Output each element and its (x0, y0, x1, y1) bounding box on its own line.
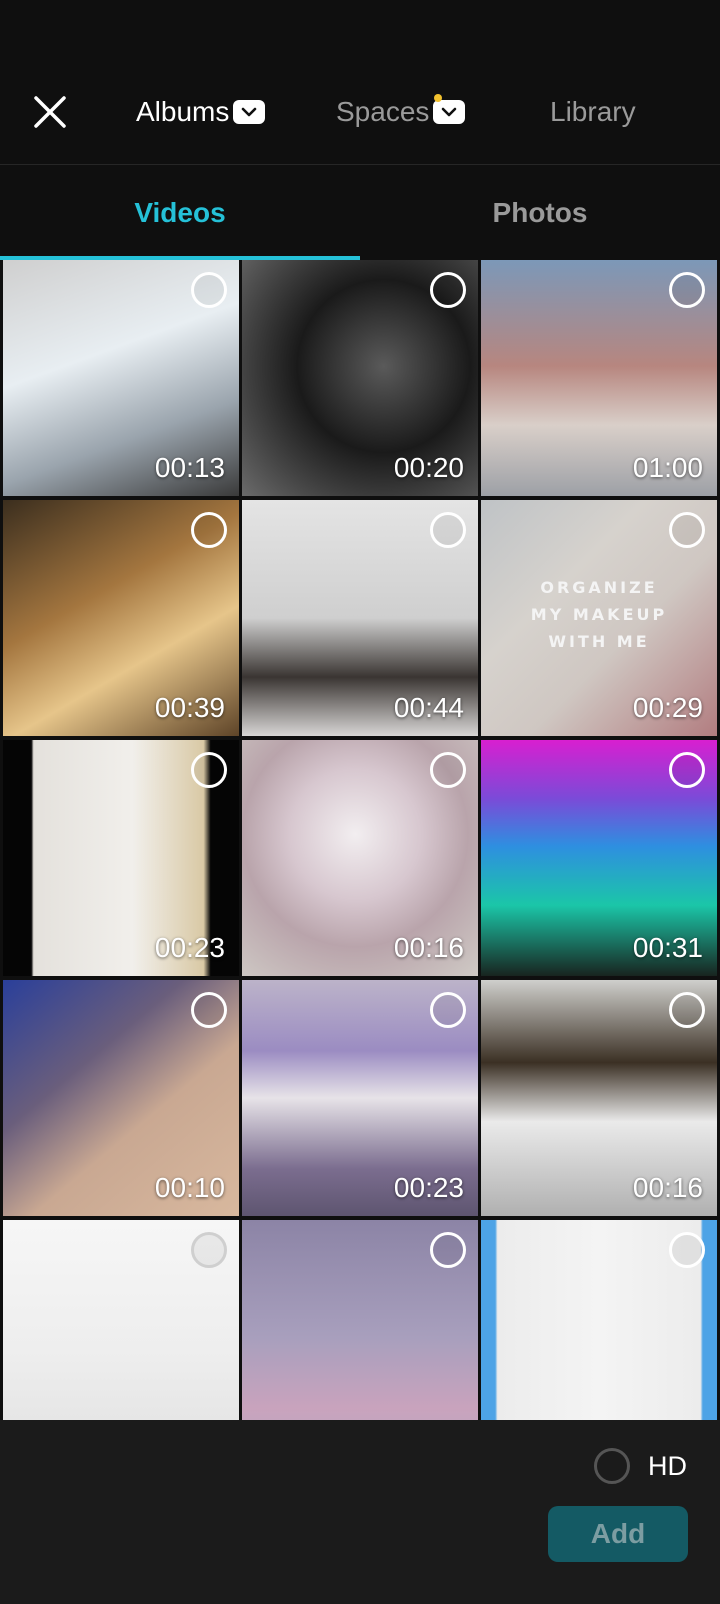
video-thumbnail[interactable]: 00:13 (3, 260, 239, 496)
video-duration: 00:10 (154, 1172, 225, 1203)
video-thumbnail[interactable]: 00:16 (481, 980, 717, 1216)
video-thumbnail[interactable]: 00:44 (242, 500, 478, 736)
video-thumbnail[interactable]: 00:20 (242, 260, 478, 496)
select-circle[interactable] (191, 752, 227, 788)
video-duration: 00:44 (393, 692, 464, 723)
notification-dot (434, 94, 442, 102)
tab-library[interactable]: Library (550, 92, 636, 132)
overlay-line: WITH ME (548, 632, 650, 651)
video-duration: 00:23 (393, 1172, 464, 1203)
add-button[interactable]: Add (548, 1506, 688, 1562)
close-button[interactable] (28, 90, 72, 134)
video-duration: 00:39 (154, 692, 225, 723)
select-circle[interactable] (430, 272, 466, 308)
tab-videos[interactable]: Videos (0, 165, 360, 260)
select-circle[interactable] (669, 992, 705, 1028)
video-duration: 00:16 (393, 932, 464, 963)
tab-albums[interactable]: Albums (136, 92, 266, 132)
select-circle[interactable] (191, 512, 227, 548)
bottom-bar: HD Add (0, 1420, 720, 1604)
video-thumbnail[interactable] (3, 1220, 239, 1420)
select-circle[interactable] (430, 1232, 466, 1268)
select-circle[interactable] (191, 992, 227, 1028)
select-circle[interactable] (430, 992, 466, 1028)
video-thumbnail[interactable]: 00:39 (3, 500, 239, 736)
video-duration: 00:23 (154, 932, 225, 963)
select-circle[interactable] (430, 752, 466, 788)
video-duration: 00:29 (632, 692, 703, 723)
chevron-down-icon (233, 100, 266, 124)
video-overlay-text: ORGANIZE MY MAKEUP WITH ME (511, 574, 687, 655)
select-circle[interactable] (669, 272, 705, 308)
video-duration: 00:31 (632, 932, 703, 963)
video-thumbnail[interactable]: 00:23 (242, 980, 478, 1216)
tab-photos[interactable]: Photos (360, 165, 720, 260)
hd-radio[interactable] (594, 1448, 630, 1484)
video-thumbnail[interactable] (242, 1220, 478, 1420)
select-circle[interactable] (669, 752, 705, 788)
video-thumbnail[interactable]: 00:23 (3, 740, 239, 976)
overlay-line: ORGANIZE (540, 578, 658, 597)
tab-albums-label: Albums (136, 96, 230, 127)
video-thumbnail[interactable]: 00:10 (3, 980, 239, 1216)
select-circle[interactable] (430, 512, 466, 548)
top-bar: Albums Spaces Library (0, 0, 720, 164)
video-grid: 00:13 00:20 01:00 00:39 00:44 ORGANIZE M… (0, 260, 720, 1420)
video-thumbnail[interactable]: 00:16 (242, 740, 478, 976)
tab-spaces-label: Spaces (336, 96, 430, 127)
video-duration: 00:20 (393, 452, 464, 483)
video-duration: 01:00 (632, 452, 703, 483)
media-type-tabs: Videos Photos (0, 165, 720, 260)
tab-spaces[interactable]: Spaces (336, 92, 466, 132)
video-thumbnail[interactable]: ORGANIZE MY MAKEUP WITH ME 00:29 (481, 500, 717, 736)
hd-toggle[interactable]: HD (594, 1446, 687, 1486)
video-thumbnail[interactable] (481, 1220, 717, 1420)
select-circle[interactable] (191, 1232, 227, 1268)
select-circle[interactable] (191, 272, 227, 308)
video-thumbnail[interactable]: 01:00 (481, 260, 717, 496)
video-duration: 00:13 (154, 452, 225, 483)
tab-library-label: Library (550, 96, 636, 127)
video-duration: 00:16 (632, 1172, 703, 1203)
overlay-line: MY MAKEUP (530, 605, 668, 624)
hd-label: HD (648, 1450, 687, 1481)
select-circle[interactable] (669, 512, 705, 548)
close-icon (34, 96, 66, 128)
chevron-down-icon (433, 100, 466, 124)
select-circle[interactable] (669, 1232, 705, 1268)
video-thumbnail[interactable]: 00:31 (481, 740, 717, 976)
